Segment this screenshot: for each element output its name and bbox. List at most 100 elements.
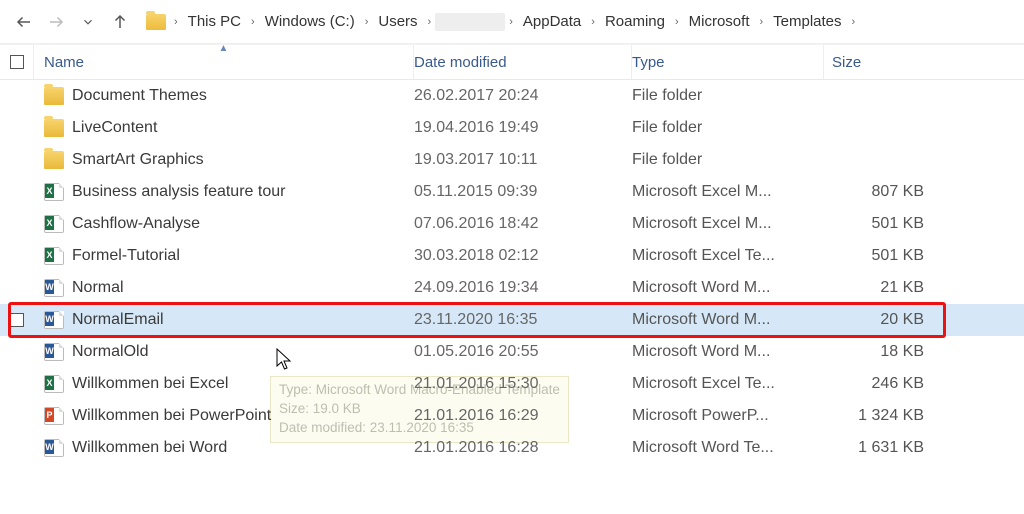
file-name: LiveContent <box>72 119 157 137</box>
file-date: 24.09.2016 19:34 <box>414 279 632 297</box>
row-name-cell[interactable]: LiveContent <box>34 119 414 137</box>
breadcrumb-item-redacted[interactable] <box>435 13 505 31</box>
file-type: Microsoft Excel M... <box>632 183 824 201</box>
excel-file-icon <box>44 183 64 201</box>
file-date: 05.11.2015 09:39 <box>414 183 632 201</box>
file-size: 1 631 KB <box>824 439 984 457</box>
file-name: Business analysis feature tour <box>72 183 285 201</box>
excel-file-icon <box>44 375 64 393</box>
file-row[interactable]: SmartArt Graphics19.03.2017 10:11File fo… <box>0 144 1024 176</box>
file-row[interactable]: Normal 24.09.2016 19:34Microsoft Word M..… <box>0 272 1024 304</box>
row-checkbox-cell[interactable] <box>0 441 34 455</box>
breadcrumb-item[interactable]: Microsoft <box>683 11 756 32</box>
file-row[interactable]: Business analysis feature tour 05.11.2015… <box>0 176 1024 208</box>
row-checkbox-cell[interactable] <box>0 281 34 295</box>
file-name: NormalEmail <box>72 311 164 329</box>
breadcrumb-separator: › <box>363 16 371 28</box>
row-name-cell[interactable]: SmartArt Graphics <box>34 151 414 169</box>
file-size: 807 KB <box>824 183 984 201</box>
file-name: Normal <box>72 279 124 297</box>
row-checkbox-cell[interactable] <box>0 185 34 199</box>
row-checkbox-cell[interactable] <box>0 249 34 263</box>
checkbox-icon <box>10 55 24 69</box>
folder-icon <box>44 151 64 169</box>
breadcrumb-item[interactable]: AppData <box>517 11 587 32</box>
file-date: 26.02.2017 20:24 <box>414 87 632 105</box>
sort-asc-icon: ▲ <box>219 43 229 54</box>
nav-up-button[interactable] <box>106 8 134 36</box>
file-date: 21.01.2016 16:28 <box>414 439 632 457</box>
row-checkbox-cell[interactable] <box>0 377 34 391</box>
breadcrumb-separator: › <box>249 16 257 28</box>
file-name: NormalOld <box>72 343 148 361</box>
row-name-cell[interactable]: NormalEmail <box>34 311 414 329</box>
row-checkbox-cell[interactable] <box>0 345 34 359</box>
row-name-cell[interactable]: Document Themes <box>34 87 414 105</box>
header-size[interactable]: Size <box>824 45 984 79</box>
file-size: 18 KB <box>824 343 984 361</box>
breadcrumb-item[interactable]: Templates <box>767 11 847 32</box>
row-checkbox-cell[interactable] <box>0 89 34 103</box>
powerpoint-file-icon <box>44 407 64 425</box>
breadcrumb-separator: › <box>507 16 515 28</box>
file-type: File folder <box>632 151 824 169</box>
row-name-cell[interactable]: Formel-Tutorial <box>34 247 414 265</box>
file-row[interactable]: Willkommen bei PowerPoint 21.01.2016 16:2… <box>0 400 1024 432</box>
file-type: Microsoft PowerP... <box>632 407 824 425</box>
header-date-modified[interactable]: Date modified <box>414 45 632 79</box>
nav-forward-button[interactable] <box>42 8 70 36</box>
toolbar: › This PC › Windows (C:) › Users › › App… <box>0 0 1024 44</box>
file-name: Willkommen bei PowerPoint <box>72 407 271 425</box>
file-row[interactable]: Formel-Tutorial30.03.2018 02:12Microsoft… <box>0 240 1024 272</box>
header-type[interactable]: Type <box>632 45 824 79</box>
file-name: Willkommen bei Word <box>72 439 227 457</box>
arrow-up-icon <box>111 13 129 31</box>
row-name-cell[interactable]: Willkommen bei Excel <box>34 375 414 393</box>
file-size: 1 324 KB <box>824 407 984 425</box>
file-size: 501 KB <box>824 247 984 265</box>
excel-file-icon <box>44 247 64 265</box>
row-checkbox-cell[interactable] <box>0 313 34 327</box>
file-name: Document Themes <box>72 87 207 105</box>
row-name-cell[interactable]: Business analysis feature tour <box>34 183 414 201</box>
row-name-cell[interactable]: Cashflow-Analyse <box>34 215 414 233</box>
word-file-icon <box>44 311 64 329</box>
file-row[interactable]: Willkommen bei Excel21.01.2016 15:30Micr… <box>0 368 1024 400</box>
breadcrumb-item[interactable]: This PC <box>182 11 247 32</box>
file-size: 501 KB <box>824 215 984 233</box>
header-select-all[interactable] <box>0 45 34 79</box>
file-date: 23.11.2020 16:35 <box>414 311 632 329</box>
excel-file-icon <box>44 215 64 233</box>
breadcrumb-item[interactable]: Windows (C:) <box>259 11 361 32</box>
file-row[interactable]: Cashflow-Analyse07.06.2016 18:42Microsof… <box>0 208 1024 240</box>
file-size: 21 KB <box>824 279 984 297</box>
header-name-label: Name <box>44 54 84 71</box>
row-checkbox-cell[interactable] <box>0 153 34 167</box>
file-row[interactable]: Document Themes26.02.2017 20:24File fold… <box>0 80 1024 112</box>
breadcrumb-item[interactable]: Users <box>372 11 423 32</box>
file-date: 21.01.2016 16:29 <box>414 407 632 425</box>
row-checkbox-cell[interactable] <box>0 121 34 135</box>
row-name-cell[interactable]: NormalOld <box>34 343 414 361</box>
file-row[interactable]: NormalOld01.05.2016 20:55Microsoft Word … <box>0 336 1024 368</box>
header-name[interactable]: ▲ Name <box>34 45 414 79</box>
checkbox-icon <box>10 313 24 327</box>
word-file-icon <box>44 439 64 457</box>
nav-back-button[interactable] <box>10 8 38 36</box>
row-name-cell[interactable]: Normal <box>34 279 414 297</box>
nav-recent-dropdown[interactable] <box>74 8 102 36</box>
file-row[interactable]: Willkommen bei Word21.01.2016 16:28Micro… <box>0 432 1024 464</box>
folder-icon <box>44 87 64 105</box>
row-checkbox-cell[interactable] <box>0 409 34 423</box>
file-row[interactable]: NormalEmail23.11.2020 16:35Microsoft Wor… <box>0 304 1024 336</box>
breadcrumb-separator: › <box>172 16 180 28</box>
row-name-cell[interactable]: Willkommen bei PowerPoint <box>34 407 414 425</box>
breadcrumb-item[interactable]: Roaming <box>599 11 671 32</box>
file-date: 07.06.2016 18:42 <box>414 215 632 233</box>
file-type: Microsoft Word M... <box>632 279 824 297</box>
breadcrumb[interactable]: › This PC › Windows (C:) › Users › › App… <box>142 7 1014 37</box>
row-checkbox-cell[interactable] <box>0 217 34 231</box>
row-name-cell[interactable]: Willkommen bei Word <box>34 439 414 457</box>
file-row[interactable]: LiveContent19.04.2016 19:49File folder <box>0 112 1024 144</box>
breadcrumb-separator: › <box>589 16 597 28</box>
